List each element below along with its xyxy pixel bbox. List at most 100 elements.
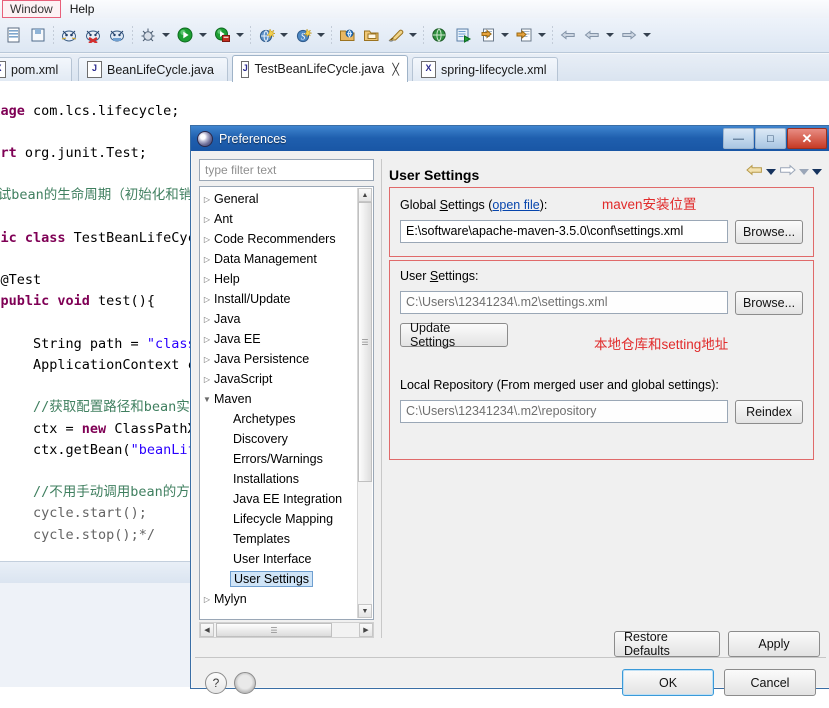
scroll-right-icon[interactable]: ▶ (359, 623, 373, 637)
open-file-link[interactable]: open file (492, 198, 539, 212)
open-task-icon[interactable] (360, 24, 382, 46)
editor-tab-beanlifecycle[interactable]: J BeanLifeCycle.java (78, 57, 228, 81)
apply-button[interactable]: Apply (728, 631, 820, 657)
chevron-right-icon[interactable]: ▷ (200, 375, 214, 384)
prev-edit-icon[interactable] (581, 24, 603, 46)
chevron-right-icon[interactable]: ▷ (200, 275, 214, 284)
tree-item-java-ee[interactable]: ▷ Java EE (200, 329, 359, 349)
chevron-right-icon[interactable]: ▷ (200, 355, 214, 364)
chevron-down-icon[interactable] (197, 24, 208, 46)
menu-item-window[interactable]: Window (2, 0, 61, 18)
reindex-button[interactable]: Reindex (735, 400, 803, 424)
user-settings-input[interactable]: C:\Users\12341234\.m2\settings.xml (400, 291, 728, 314)
ok-button[interactable]: OK (622, 669, 714, 696)
editor-tab-spring-lifecycle[interactable]: X spring-lifecycle.xml (412, 57, 558, 81)
tree-item-archetypes[interactable]: Archetypes (200, 409, 359, 429)
tree-item-ant[interactable]: ▷ Ant (200, 209, 359, 229)
tree-item-java-persistence[interactable]: ▷ Java Persistence (200, 349, 359, 369)
import-icon[interactable] (476, 24, 498, 46)
run-external-icon[interactable] (211, 24, 233, 46)
back-arrow-icon[interactable] (746, 163, 763, 180)
global-settings-input[interactable]: E:\software\apache-maven-3.5.0\conf\sett… (400, 220, 728, 243)
chevron-down-icon[interactable] (604, 24, 615, 46)
tree-item-code-recommenders[interactable]: ▷ Code Recommenders (200, 229, 359, 249)
chevron-down-icon[interactable] (536, 24, 547, 46)
chevron-down-icon[interactable]: ▼ (200, 395, 214, 404)
forward-history-chevron-icon[interactable] (799, 168, 809, 175)
chevron-down-icon[interactable] (641, 24, 652, 46)
tree-horizontal-scrollbar[interactable]: ◀ ☰ ▶ (199, 622, 374, 638)
close-icon[interactable]: ╳ (392, 63, 399, 76)
chevron-right-icon[interactable]: ▷ (200, 255, 214, 264)
search-icon[interactable] (384, 24, 406, 46)
tree-item-templates[interactable]: Templates (200, 529, 359, 549)
chevron-right-icon[interactable]: ▷ (200, 195, 214, 204)
globe-icon[interactable] (428, 24, 450, 46)
chevron-right-icon[interactable]: ▷ (200, 215, 214, 224)
next-edit-icon[interactable] (618, 24, 640, 46)
run-cat-icon[interactable] (82, 24, 104, 46)
chevron-right-icon[interactable]: ▷ (200, 235, 214, 244)
new-spring-icon[interactable]: S (292, 24, 314, 46)
run-green-icon[interactable] (174, 24, 196, 46)
chevron-down-icon[interactable] (499, 24, 510, 46)
shell-menu-icon[interactable] (234, 672, 256, 694)
minimize-button[interactable]: — (723, 128, 754, 149)
page-menu-chevron-icon[interactable] (812, 168, 822, 175)
open-type-icon[interactable] (336, 24, 358, 46)
global-settings-browse-button[interactable]: Browse... (735, 220, 803, 244)
tree-item-install-update[interactable]: ▷ Install/Update (200, 289, 359, 309)
tree-item-general[interactable]: ▷ General (200, 189, 359, 209)
tree-item-data-management[interactable]: ▷ Data Management (200, 249, 359, 269)
scroll-up-icon[interactable]: ▲ (358, 188, 372, 202)
tree-item-user-settings[interactable]: User Settings (200, 569, 359, 589)
tree-item-java-ee-integration[interactable]: Java EE Integration (200, 489, 359, 509)
chevron-right-icon[interactable]: ▷ (200, 595, 214, 604)
chevron-down-icon[interactable] (407, 24, 418, 46)
editor-tab-testbeanlifecycle[interactable]: J TestBeanLifeCycle.java ╳ (232, 55, 408, 82)
new-wizard-icon[interactable] (3, 24, 25, 46)
help-icon[interactable]: ? (205, 672, 227, 694)
chevron-right-icon[interactable]: ▷ (200, 295, 214, 304)
tree-vertical-scrollbar[interactable]: ▲ ☰ ▼ (357, 188, 372, 618)
user-settings-browse-button[interactable]: Browse... (735, 291, 803, 315)
local-repository-input[interactable]: C:\Users\12341234\.m2\repository (400, 400, 728, 423)
preferences-tree[interactable]: ▷ General ▷ Ant ▷ Code Recommenders ▷ Data Mana… (199, 186, 374, 620)
tree-item-discovery[interactable]: Discovery (200, 429, 359, 449)
menu-item-help[interactable]: Help (63, 1, 102, 17)
scroll-left-icon[interactable]: ◀ (200, 623, 214, 637)
tree-item-java[interactable]: ▷ Java (200, 309, 359, 329)
tree-item-user-interface[interactable]: User Interface (200, 549, 359, 569)
tree-item-help[interactable]: ▷ Help (200, 269, 359, 289)
tree-item-installations[interactable]: Installations (200, 469, 359, 489)
tree-item-lifecycle-mapping[interactable]: Lifecycle Mapping (200, 509, 359, 529)
dialog-title-bar[interactable]: Preferences — □ ✕ (191, 126, 829, 151)
tree-item-mylyn[interactable]: ▷ Mylyn (200, 589, 359, 609)
new-java-project-icon[interactable] (255, 24, 277, 46)
scroll-thumb[interactable]: ☰ (358, 202, 372, 482)
close-button[interactable]: ✕ (787, 128, 827, 149)
chevron-down-icon[interactable] (234, 24, 245, 46)
chevron-right-icon[interactable]: ▷ (200, 335, 214, 344)
filter-input[interactable]: type filter text (199, 159, 374, 181)
chevron-down-icon[interactable] (278, 24, 289, 46)
back-arrow-icon[interactable] (557, 24, 579, 46)
cancel-button[interactable]: Cancel (724, 669, 816, 696)
chevron-right-icon[interactable]: ▷ (200, 315, 214, 324)
tree-item-javascript[interactable]: ▷ JavaScript (200, 369, 359, 389)
export-icon[interactable] (513, 24, 535, 46)
maximize-button[interactable]: □ (755, 128, 786, 149)
debug-cat-icon[interactable] (58, 24, 80, 46)
back-history-chevron-icon[interactable] (766, 168, 776, 175)
editor-tab-pom-xml[interactable]: X pom.xml (0, 57, 72, 81)
chevron-down-icon[interactable] (160, 24, 171, 46)
forward-arrow-icon[interactable] (779, 163, 796, 180)
chevron-down-icon[interactable] (315, 24, 326, 46)
scroll-thumb-horizontal[interactable]: ☰ (216, 623, 332, 637)
debug-bug-icon[interactable] (137, 24, 159, 46)
update-settings-button[interactable]: Update Settings (400, 321, 508, 349)
tree-item-maven[interactable]: ▼ Maven (200, 389, 359, 409)
save-icon[interactable] (27, 24, 49, 46)
profile-cat-icon[interactable] (106, 24, 128, 46)
scroll-down-icon[interactable]: ▼ (358, 604, 372, 618)
